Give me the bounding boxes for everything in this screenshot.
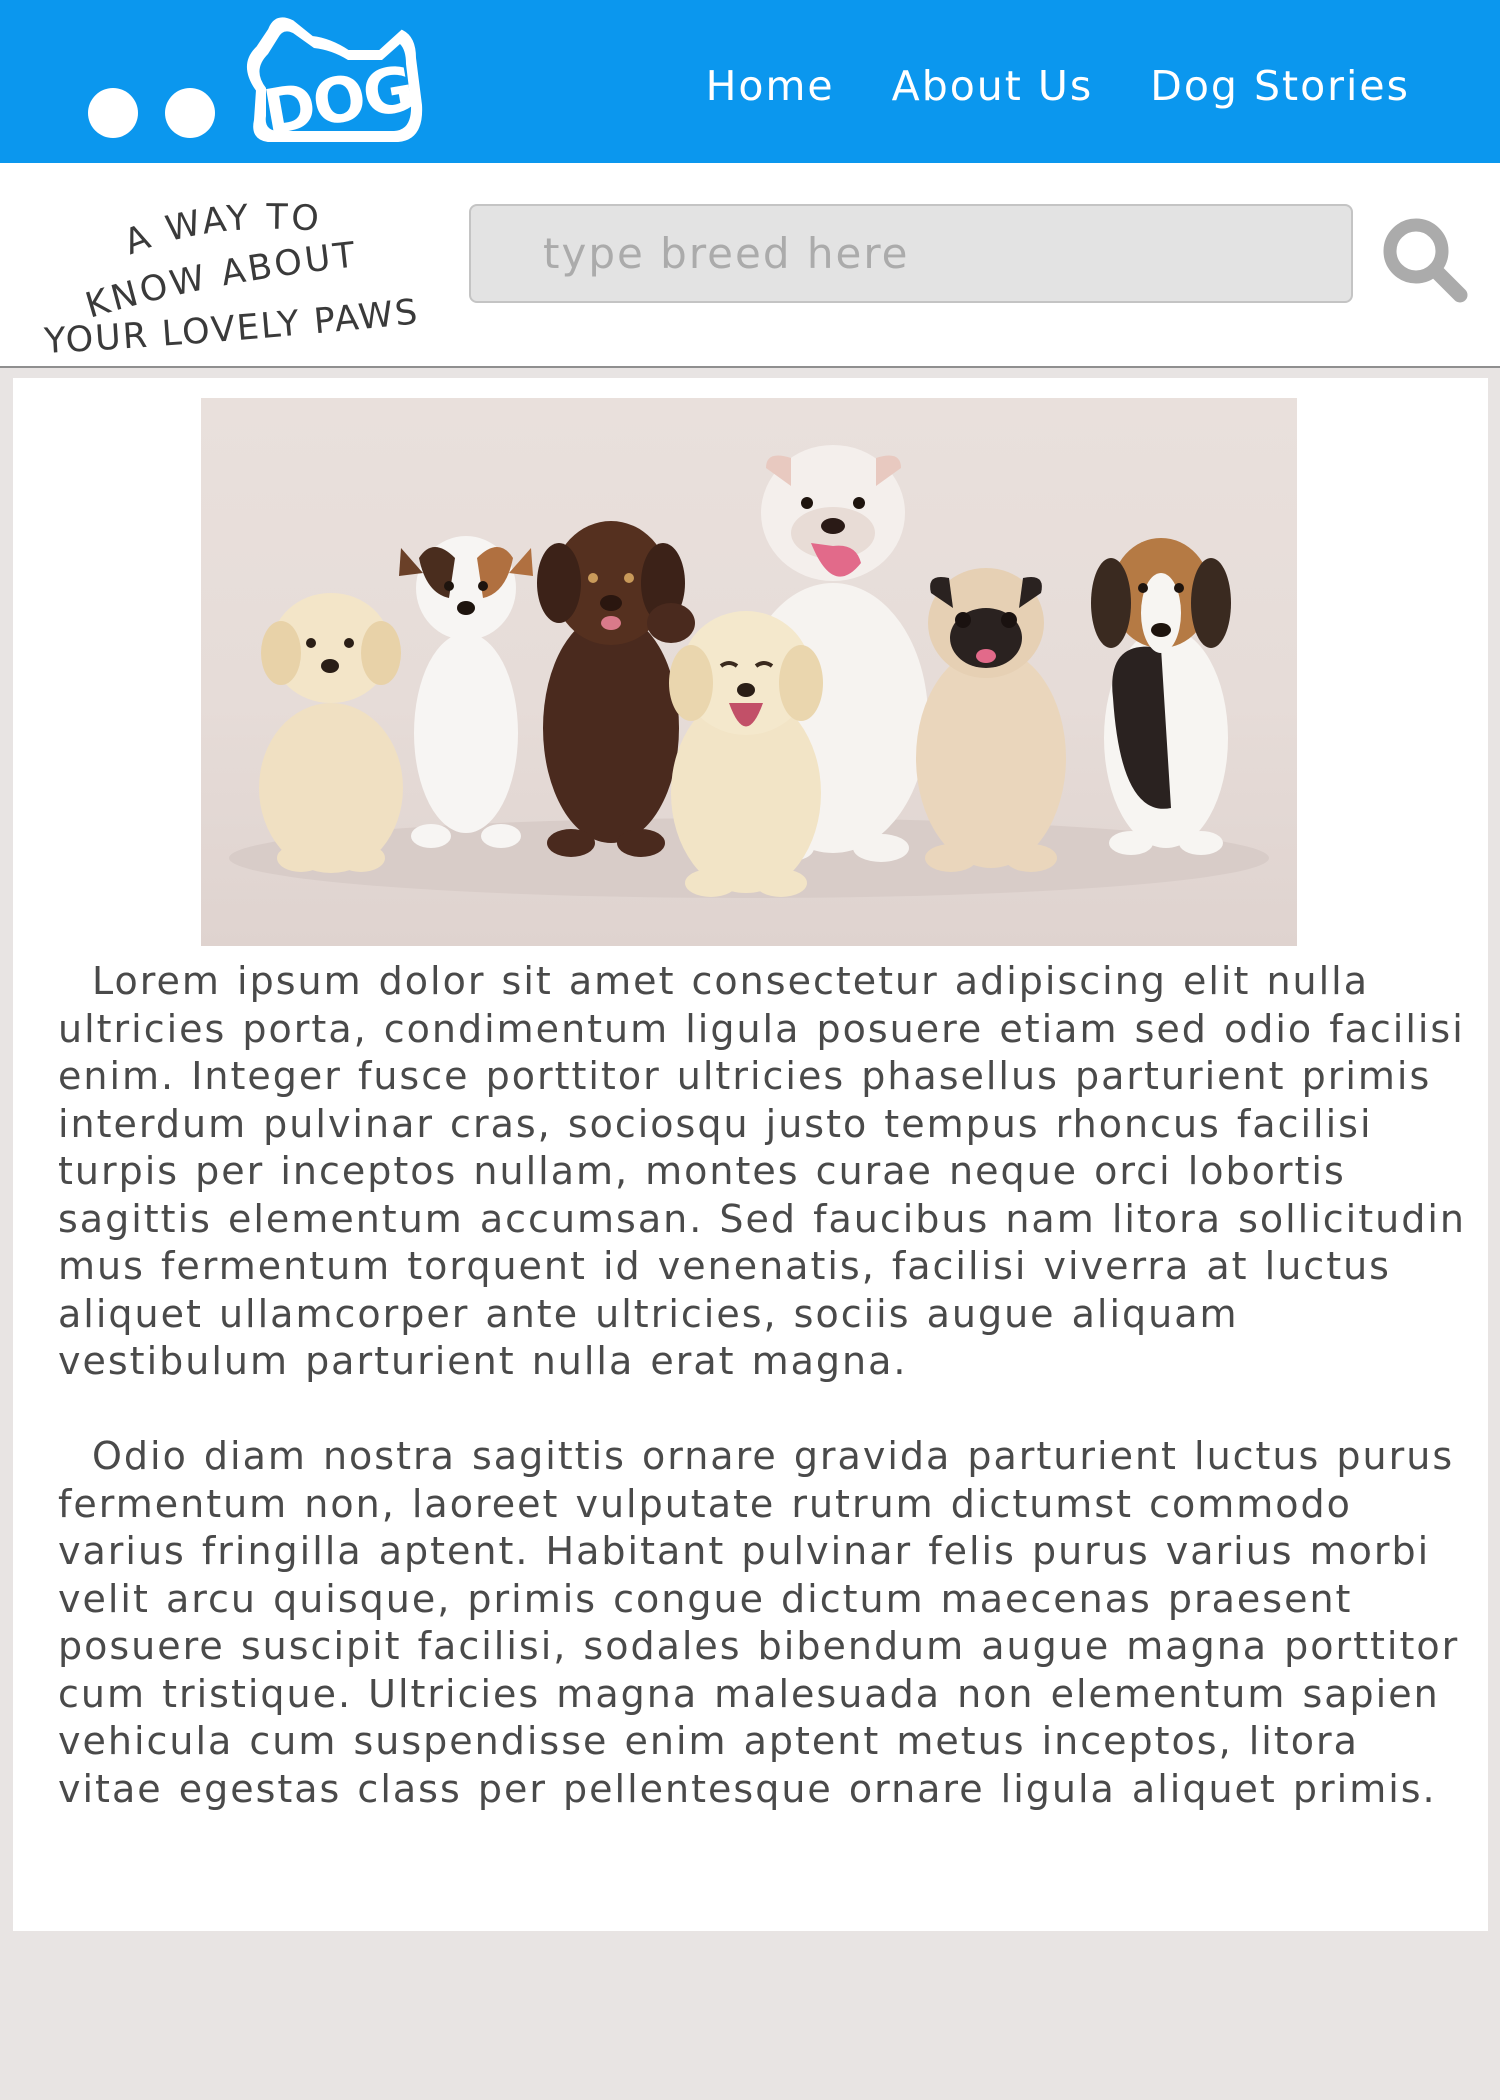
article-paragraph-2: Odio diam nostra sagittis ornare gravida… [58, 1434, 1460, 1811]
nav-home[interactable]: Home [706, 58, 835, 114]
golden-puppy-1 [259, 593, 403, 873]
main-nav: Home About Us Dog Stories [706, 58, 1410, 114]
beagle-puppy [1091, 538, 1231, 855]
golden-puppy-2 [669, 611, 823, 897]
jack-russell-puppy [399, 536, 533, 848]
search-icon[interactable] [1380, 215, 1470, 305]
puppies-photo [201, 398, 1297, 946]
site-header: DOG Home About Us Dog Stories [0, 0, 1500, 163]
article-body: Lorem ipsum dolor sit amet consectetur a… [58, 958, 1468, 1861]
tagline: A WAY TO KNOW ABOUT YOUR LOVELY PAWS [42, 198, 419, 358]
nav-dog-stories[interactable]: Dog Stories [1150, 58, 1410, 114]
breed-search-input[interactable] [469, 204, 1353, 303]
article-paragraph-1: Lorem ipsum dolor sit amet consectetur a… [58, 959, 1466, 1383]
pug-puppy [916, 568, 1066, 872]
search-bar-area: A WAY TO KNOW ABOUT YOUR LOVELY PAWS [0, 163, 1500, 368]
main-content: Lorem ipsum dolor sit amet consectetur a… [13, 378, 1488, 1931]
dog-logo[interactable]: DOG [80, 10, 440, 160]
nav-about-us[interactable]: About Us [892, 58, 1094, 114]
